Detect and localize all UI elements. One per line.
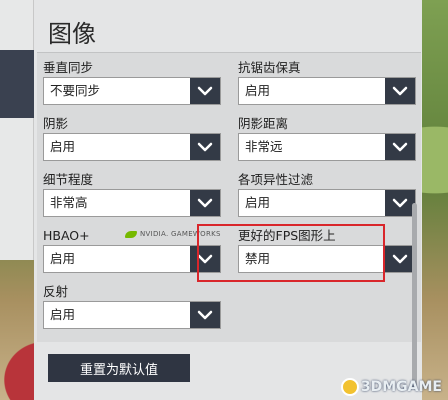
- setting-label: 各项异性过滤: [238, 172, 314, 187]
- reset-defaults-button[interactable]: 重置为默认值: [48, 354, 190, 382]
- watermark-logo-icon: [340, 378, 359, 396]
- chevron-down-icon[interactable]: [385, 190, 415, 216]
- setting-label: 抗锯齿保真: [238, 60, 301, 75]
- setting-antialias: 抗锯齿保真 启用: [238, 59, 416, 105]
- dropdown-value: 非常远: [245, 139, 283, 154]
- dropdown-value: 启用: [50, 251, 76, 266]
- dropdown-value: 非常高: [50, 195, 88, 210]
- setting-shadow: 阴影 启用: [43, 115, 221, 161]
- side-menu-selected-item[interactable]: [0, 50, 34, 118]
- setting-shadow-distance: 阴影距离 非常远: [238, 115, 416, 161]
- chevron-down-icon[interactable]: [385, 134, 415, 160]
- setting-label: 反射: [43, 284, 69, 299]
- setting-anisotropic: 各项异性过滤 启用: [238, 171, 416, 217]
- setting-label: 细节程度: [43, 172, 94, 187]
- dropdown-value: 不要同步: [50, 83, 101, 98]
- side-menu-panel: [0, 0, 34, 260]
- watermark-text: 3DMGAME: [360, 379, 442, 395]
- scrollbar[interactable]: [412, 203, 417, 388]
- chevron-down-icon[interactable]: [385, 78, 415, 104]
- setting-detail-level: 细节程度 非常高: [43, 171, 221, 217]
- graphics-settings-panel: 图像 垂直同步 不要同步 抗锯齿保真 启用 阴影 启用 阴影距离 非常远 细节程…: [34, 0, 422, 400]
- vsync-dropdown[interactable]: 不要同步: [43, 77, 221, 105]
- setting-label: 阴影: [43, 116, 69, 131]
- detail-level-dropdown[interactable]: 非常高: [43, 189, 221, 217]
- settings-list: 垂直同步 不要同步 抗锯齿保真 启用 阴影 启用 阴影距离 非常远 细节程度 非…: [37, 52, 421, 388]
- setting-label: 阴影距离: [238, 116, 289, 131]
- dropdown-value: 启用: [50, 139, 76, 154]
- dropdown-value: 启用: [245, 195, 271, 210]
- page-title: 图像: [48, 20, 96, 48]
- dropdown-value: 启用: [245, 83, 271, 98]
- chevron-down-icon[interactable]: [385, 246, 415, 272]
- shadow-distance-dropdown[interactable]: 非常远: [238, 133, 416, 161]
- setting-label: 垂直同步: [43, 60, 94, 75]
- chevron-down-icon[interactable]: [190, 78, 220, 104]
- reflection-dropdown[interactable]: 启用: [43, 301, 221, 329]
- shadow-dropdown[interactable]: 启用: [43, 133, 221, 161]
- chevron-down-icon[interactable]: [190, 134, 220, 160]
- site-watermark: 3DMGAME: [340, 378, 442, 396]
- anisotropic-dropdown[interactable]: 启用: [238, 189, 416, 217]
- setting-reflection: 反射 启用: [43, 283, 221, 329]
- nvidia-logo-icon: [125, 230, 137, 238]
- chevron-down-icon[interactable]: [190, 190, 220, 216]
- antialias-dropdown[interactable]: 启用: [238, 77, 416, 105]
- setting-vsync: 垂直同步 不要同步: [43, 59, 221, 105]
- annotation-highlight-box: [197, 224, 385, 282]
- chevron-down-icon[interactable]: [190, 302, 220, 328]
- setting-hbao: HBAO+ NVIDIA. GAMEWORKS 启用: [43, 227, 221, 273]
- hbao-dropdown[interactable]: 启用: [43, 245, 221, 273]
- dropdown-value: 启用: [50, 307, 76, 322]
